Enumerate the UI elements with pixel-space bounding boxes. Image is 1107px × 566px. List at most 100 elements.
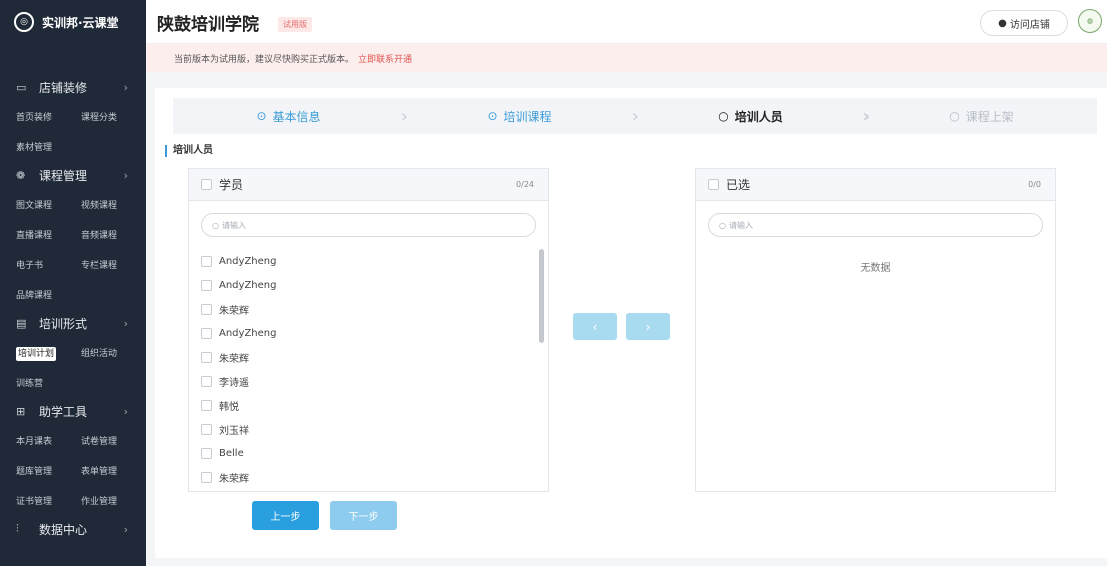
select-all-checkbox[interactable] <box>708 179 719 190</box>
chevron-right-icon: › <box>123 80 128 94</box>
step-trainees[interactable]: ○ 培训人员 › <box>635 98 870 134</box>
store-front-icon: ● <box>998 17 1007 29</box>
target-count: 0/0 <box>1028 180 1041 189</box>
chevron-right-icon: › <box>123 168 128 182</box>
next-step-button[interactable]: 下一步 <box>330 501 397 530</box>
trial-notice: 当前版本为试用版，建议尽快购买正式版本。 立即联系开通 <box>146 44 1107 72</box>
previous-step-button[interactable]: 上一步 <box>252 501 319 530</box>
item-checkbox[interactable] <box>201 255 212 267</box>
sidebar-group-tools[interactable]: ⊞ 助学工具 › <box>0 397 146 425</box>
sidebar-item-forms[interactable]: 表单管理 <box>81 464 146 477</box>
list-item[interactable]: 朱荣辉 <box>201 345 521 369</box>
sidebar-group-training[interactable]: ▤ 培训形式 › <box>0 309 146 337</box>
visit-store-label: 访问店铺 <box>1009 19 1050 31</box>
item-checkbox[interactable] <box>201 279 212 291</box>
sidebar-item-brand-course[interactable]: 品牌课程 <box>16 288 88 301</box>
item-checkbox[interactable] <box>201 351 212 363</box>
step-label: 培训课程 <box>503 109 552 124</box>
move-right-button[interactable]: › <box>626 313 670 340</box>
sidebar-item-home-decoration[interactable]: 首页装修 <box>16 110 81 123</box>
sidebar-group-store[interactable]: ▭ 店铺装修 › <box>0 73 146 101</box>
sidebar-item-materials[interactable]: 素材管理 <box>16 140 88 153</box>
item-checkbox[interactable] <box>201 423 212 435</box>
target-panel-header: 已选 0/0 <box>696 169 1055 201</box>
step-label: 培训人员 <box>734 109 783 124</box>
target-panel: 已选 0/0 ○ 请输入 无数据 <box>695 168 1056 492</box>
sidebar-item-ebook[interactable]: 电子书 <box>16 258 81 271</box>
list-item[interactable]: 韩悦 <box>201 393 521 417</box>
sidebar-item-audio-course[interactable]: 音频课程 <box>81 228 146 241</box>
list-item[interactable]: 朱荣辉 <box>201 465 521 489</box>
visit-store-button[interactable]: ● 访问店铺 <box>980 10 1068 36</box>
sidebar-item-article-course[interactable]: 图文课程 <box>16 198 81 211</box>
list-item[interactable]: AndyZheng <box>201 249 521 273</box>
data-icon: ⫶ <box>16 522 19 535</box>
sidebar-item-activities[interactable]: 组织活动 <box>81 346 146 359</box>
check-circle-icon: ⊙ <box>487 109 498 123</box>
page-title: 陕鼓培训学院 <box>157 15 259 35</box>
source-search-input[interactable]: ○ 请输入 <box>201 213 536 237</box>
item-checkbox[interactable] <box>201 375 212 387</box>
chevron-right-icon: › <box>123 404 128 418</box>
sidebar-group-label: 助学工具 <box>39 404 88 419</box>
item-label: AndyZheng <box>219 255 277 267</box>
sidebar-item-live-course[interactable]: 直播课程 <box>16 228 81 241</box>
item-label: 朱荣辉 <box>219 305 249 317</box>
sidebar-item-certificates[interactable]: 证书管理 <box>16 494 81 507</box>
check-circle-icon: ⊙ <box>256 109 267 123</box>
sidebar-item-course-category[interactable]: 课程分类 <box>81 110 146 123</box>
list-scrollbar[interactable] <box>539 249 544 343</box>
section-title: 培训人员 <box>165 145 213 157</box>
chevron-right-icon: › <box>645 319 651 334</box>
item-label: 李诗遥 <box>219 377 249 389</box>
item-checkbox[interactable] <box>201 327 212 339</box>
list-item[interactable]: 朱荣辉 <box>201 297 521 321</box>
list-item[interactable]: 刘玉祥 <box>201 417 521 441</box>
sidebar-group-label: 店铺装修 <box>39 80 88 95</box>
list-item[interactable]: Belle <box>201 441 521 465</box>
source-panel-header: 学员 0/24 <box>189 169 548 201</box>
sidebar-group-data[interactable]: ⫶ 数据中心 › <box>0 515 146 543</box>
step-training-courses[interactable]: ⊙ 培训课程 › <box>404 98 639 134</box>
sidebar-group-courses[interactable]: ❁ 课程管理 › <box>0 161 146 189</box>
sidebar: ◎ 实训邦·云课堂 ▭ 店铺装修 › 首页装修 课程分类 素材管理 ❁ 课程管理… <box>0 0 146 566</box>
list-item[interactable]: 李诗遥 <box>201 369 521 393</box>
step-publish[interactable]: ○ 课程上架 <box>866 98 1097 134</box>
step-basic-info[interactable]: ⊙ 基本信息 › <box>173 98 408 134</box>
move-left-button[interactable]: ‹ <box>573 313 617 340</box>
source-panel: 学员 0/24 ○ 请输入 AndyZheng AndyZheng 朱荣辉 An… <box>188 168 549 492</box>
store-icon: ▭ <box>16 80 27 94</box>
select-all-checkbox[interactable] <box>201 179 212 190</box>
sidebar-item-video-course[interactable]: 视频课程 <box>81 198 146 211</box>
sidebar-group-label: 培训形式 <box>39 316 88 331</box>
trial-badge: 试用版 <box>278 17 312 32</box>
sidebar-item-column-course[interactable]: 专栏课程 <box>81 258 146 271</box>
sidebar-item-schedule[interactable]: 本月课表 <box>16 434 81 447</box>
sidebar-item-homework[interactable]: 作业管理 <box>81 494 146 507</box>
list-item[interactable]: AndyZheng <box>201 321 521 345</box>
top-header: 陕鼓培训学院 试用版 ● 访问店铺 ◍ <box>146 0 1107 44</box>
item-label: 朱荣辉 <box>219 473 249 485</box>
item-checkbox[interactable] <box>201 471 212 483</box>
contact-link[interactable]: 立即联系开通 <box>358 52 412 65</box>
brand-logo[interactable]: ◎ 实训邦·云课堂 <box>0 0 146 44</box>
target-panel-title: 已选 <box>726 178 751 192</box>
step-indicator: ⊙ 基本信息 › ⊙ 培训课程 › ○ 培训人员 › ○ 课程上架 <box>173 98 1097 134</box>
list-item[interactable]: AndyZheng <box>201 273 521 297</box>
sidebar-item-training-camp[interactable]: 训练营 <box>16 376 88 389</box>
item-checkbox[interactable] <box>201 447 212 459</box>
item-label: 刘玉祥 <box>219 425 249 437</box>
item-label: AndyZheng <box>219 327 277 339</box>
search-icon: ○ <box>212 220 219 230</box>
sidebar-item-training-plan[interactable]: 培训计划 <box>16 346 81 361</box>
sidebar-item-question-bank[interactable]: 题库管理 <box>16 464 81 477</box>
avatar[interactable]: ◍ <box>1078 9 1102 33</box>
training-icon: ▤ <box>16 316 27 330</box>
item-checkbox[interactable] <box>201 399 212 411</box>
search-placeholder: 请输入 <box>728 220 753 230</box>
target-search-input[interactable]: ○ 请输入 <box>708 213 1043 237</box>
sidebar-item-exam[interactable]: 试卷管理 <box>81 434 146 447</box>
item-label: 朱荣辉 <box>219 353 249 365</box>
search-placeholder: 请输入 <box>221 220 246 230</box>
item-checkbox[interactable] <box>201 303 212 315</box>
